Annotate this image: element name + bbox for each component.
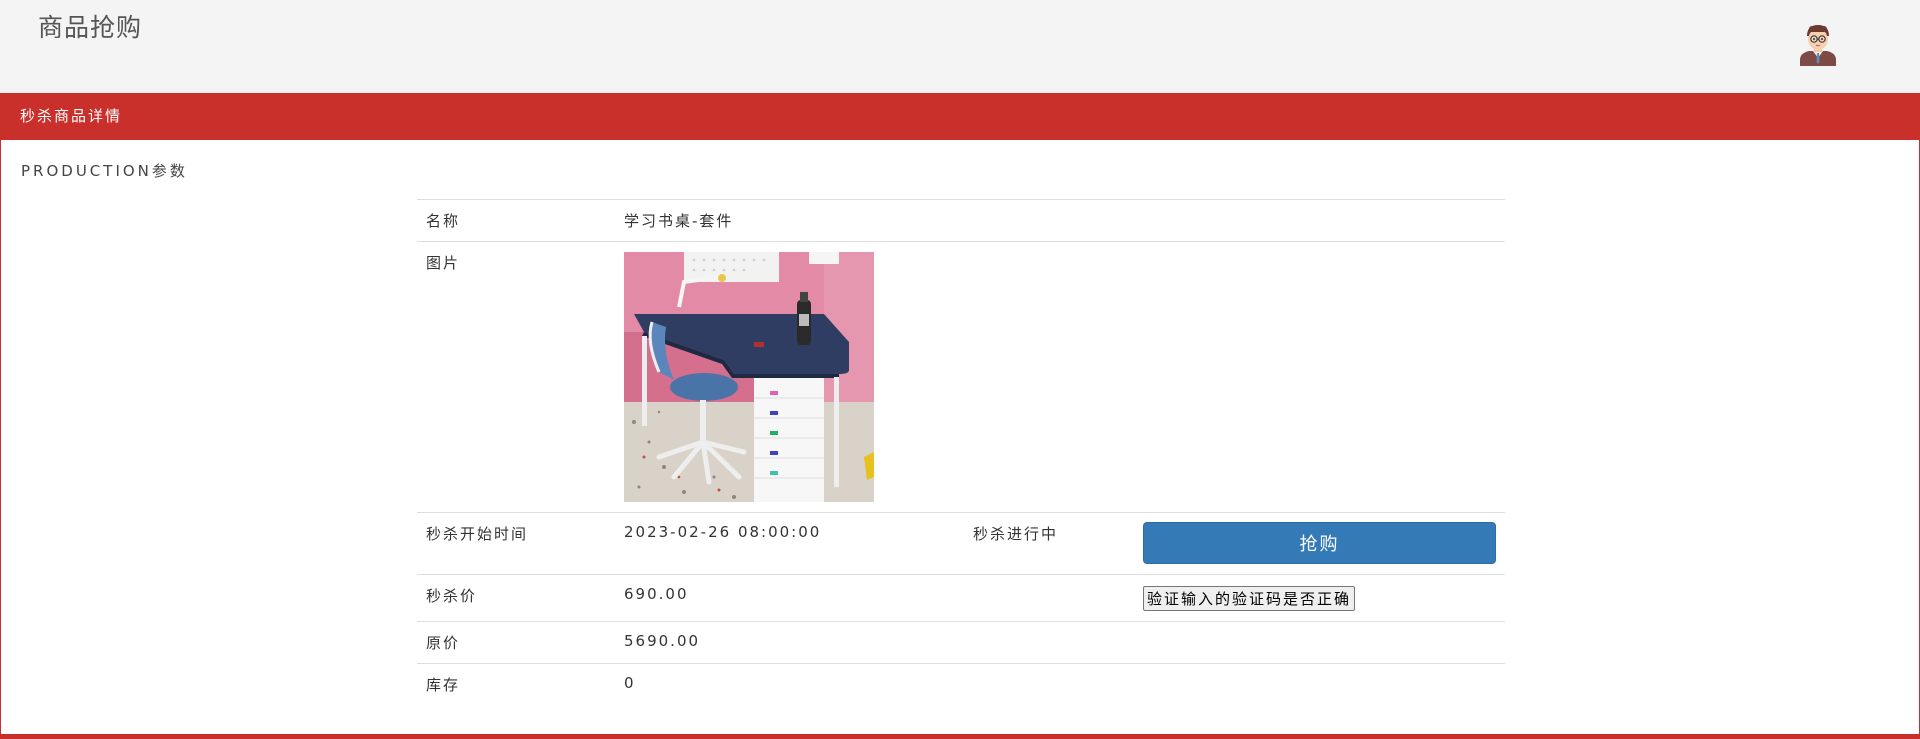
image-label: 图片 xyxy=(417,241,615,513)
table-row: 库存 0 xyxy=(417,663,1505,705)
table-row: 原价 5690.00 xyxy=(417,621,1505,664)
panel-bottom-border xyxy=(1,734,1919,739)
product-image xyxy=(624,252,874,502)
original-price-label: 原价 xyxy=(417,621,615,664)
table-row: 秒杀开始时间 2023-02-26 08:00:00 秒杀进行中 抢购 xyxy=(417,512,1505,575)
stock-label: 库存 xyxy=(417,663,615,705)
seckill-price-value: 690.00 xyxy=(615,574,964,622)
product-detail-panel: 秒杀商品详情 PRODUCTION参数 名称 学习书桌-套件 图片 秒杀开始时间… xyxy=(0,93,1920,739)
user-avatar-icon[interactable] xyxy=(1796,22,1840,66)
original-price-value: 5690.00 xyxy=(615,621,1505,664)
seckill-price-label: 秒杀价 xyxy=(417,574,615,622)
panel-subtitle: PRODUCTION参数 xyxy=(21,162,188,180)
empty-cell xyxy=(964,574,1134,622)
seckill-status: 秒杀进行中 xyxy=(964,512,1134,575)
verify-cell: 验证输入的验证码是否正确 xyxy=(1134,574,1505,622)
table-row: 名称 学习书桌-套件 xyxy=(417,199,1505,242)
buy-cell: 抢购 xyxy=(1134,512,1505,575)
stock-value: 0 xyxy=(615,663,1505,705)
name-value: 学习书桌-套件 xyxy=(615,199,1505,242)
table-row: 图片 xyxy=(417,241,1505,513)
page-title: 商品抢购 xyxy=(38,13,143,42)
start-time-label: 秒杀开始时间 xyxy=(417,512,615,575)
top-bar: 商品抢购 xyxy=(0,0,1920,94)
image-cell xyxy=(615,241,1505,513)
buy-button[interactable]: 抢购 xyxy=(1143,522,1496,564)
name-label: 名称 xyxy=(417,199,615,242)
start-time-value: 2023-02-26 08:00:00 xyxy=(615,512,964,575)
verify-captcha-button[interactable]: 验证输入的验证码是否正确 xyxy=(1143,586,1356,611)
product-info-table: 名称 学习书桌-套件 图片 秒杀开始时间 2023-02-26 08:00:00… xyxy=(417,199,1505,705)
table-row: 秒杀价 690.00 验证输入的验证码是否正确 xyxy=(417,574,1505,622)
panel-heading: 秒杀商品详情 xyxy=(1,93,1919,140)
